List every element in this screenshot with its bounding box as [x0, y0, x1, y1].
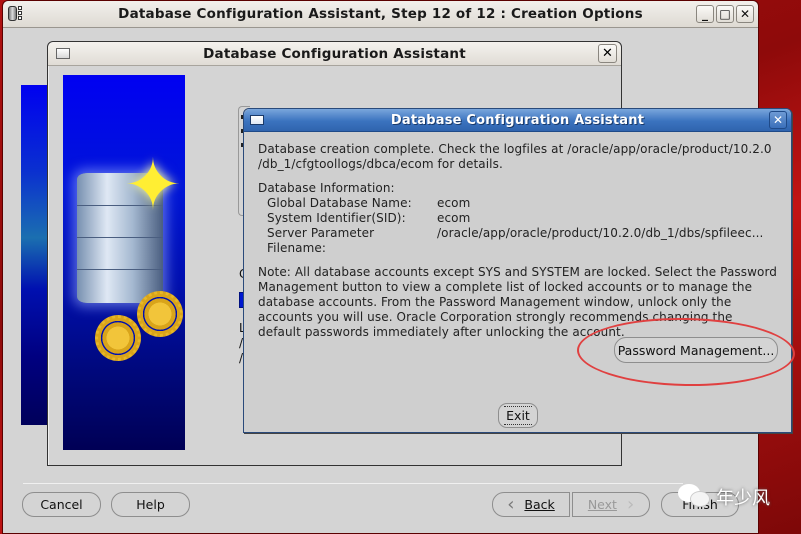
database-app-icon[interactable] — [8, 6, 25, 23]
password-management-label: Password Management... — [617, 342, 775, 358]
oracle-splash-image: ✦ — [63, 75, 185, 450]
exit-label: Exit — [504, 406, 532, 425]
window-controls: _ □ ✕ — [696, 5, 754, 23]
help-button[interactable]: Help — [111, 492, 190, 517]
alert-close-button[interactable]: ✕ — [769, 111, 787, 129]
background-image-strip — [21, 85, 49, 425]
info-value: ecom — [437, 196, 471, 210]
info-row: System Identifier(SID): ecom — [267, 211, 777, 226]
window-title: Database Configuration Assistant, Step 1… — [118, 6, 643, 22]
wechat-icon — [678, 484, 712, 510]
sparkle-icon: ✦ — [123, 144, 183, 226]
next-button[interactable]: Next › — [572, 492, 650, 517]
maximize-button[interactable]: □ — [716, 5, 734, 23]
exit-button[interactable]: Exit — [498, 403, 538, 428]
back-button[interactable]: ‹ Back — [492, 492, 570, 517]
back-label: Back — [524, 497, 555, 512]
info-label: Server Parameter Filename: — [267, 226, 375, 255]
watermark-text: 年少风 — [716, 488, 770, 509]
info-value: ecom — [437, 211, 471, 225]
footer-separator — [343, 483, 683, 484]
info-value: /oracle/app/oracle/product/10.2.0/db_1/d… — [437, 226, 764, 240]
password-management-button[interactable]: Password Management... — [614, 337, 778, 363]
close-button[interactable]: ✕ — [736, 5, 754, 23]
help-label: Help — [136, 497, 165, 512]
window-menu-icon[interactable] — [250, 115, 264, 125]
password-note: Note: All database accounts except SYS a… — [258, 265, 778, 339]
info-row: Global Database Name: ecom — [267, 196, 777, 211]
database-info-table: Global Database Name: ecom System Identi… — [267, 196, 777, 256]
footer-separator — [23, 483, 343, 484]
completion-message: Database creation complete. Check the lo… — [258, 142, 772, 171]
progress-dialog-close-button[interactable]: ✕ — [598, 44, 617, 63]
info-row: Server Parameter Filename: /oracle/app/o… — [267, 226, 777, 256]
info-label: System Identifier(SID): — [267, 211, 406, 225]
alert-body: Database creation complete. Check the lo… — [244, 132, 791, 340]
chevron-left-icon: ‹ — [507, 494, 515, 515]
creation-complete-dialog: Database Configuration Assistant ✕ Datab… — [243, 108, 792, 433]
alert-titlebar[interactable]: Database Configuration Assistant ✕ — [244, 109, 791, 132]
alert-title: Database Configuration Assistant — [390, 112, 645, 128]
cancel-label: Cancel — [40, 497, 83, 512]
progress-dialog-title: Database Configuration Assistant — [203, 45, 466, 62]
window-menu-icon[interactable] — [56, 48, 70, 59]
database-info-heading: Database Information: — [258, 181, 395, 195]
gear-icon — [95, 315, 141, 361]
minimize-button[interactable]: _ — [696, 5, 714, 23]
progress-dialog-titlebar[interactable]: Database Configuration Assistant ✕ — [48, 42, 621, 66]
watermark: 年少风 — [678, 484, 770, 510]
main-titlebar[interactable]: Database Configuration Assistant, Step 1… — [3, 1, 758, 28]
cancel-button[interactable]: Cancel — [22, 492, 101, 517]
chevron-right-icon: › — [626, 494, 635, 515]
next-label: Next — [587, 497, 617, 512]
info-label: Global Database Name: — [267, 196, 412, 210]
gear-icon — [137, 291, 183, 337]
